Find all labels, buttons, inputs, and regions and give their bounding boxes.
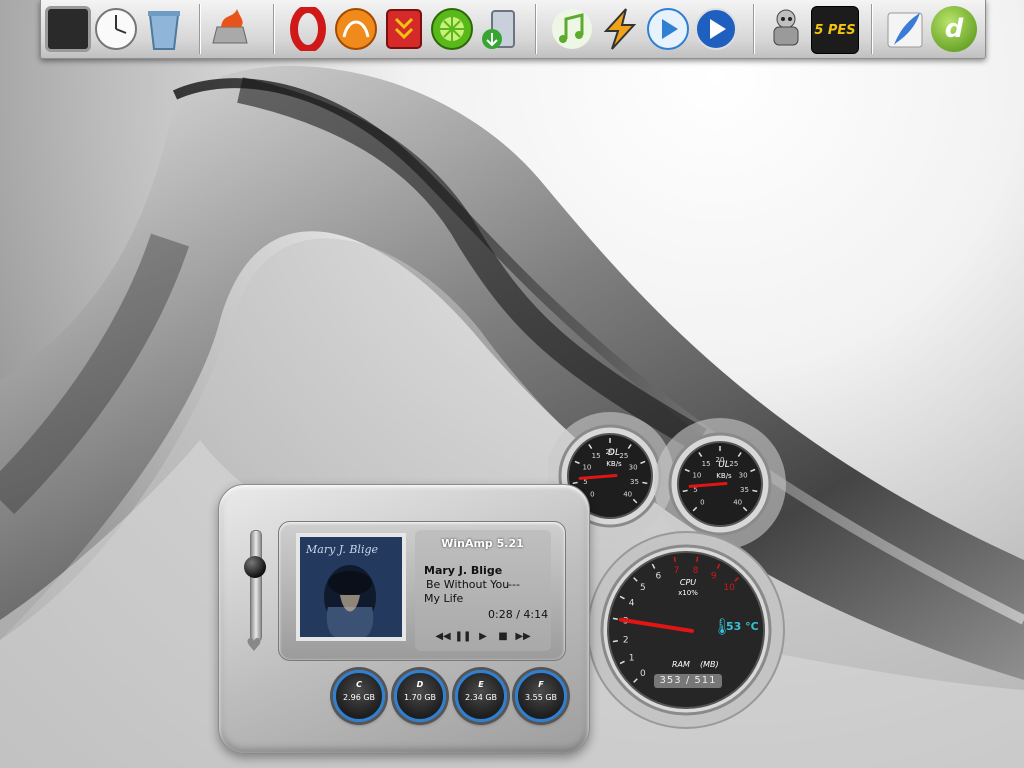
drive-e-button[interactable]: E 2.34 GB (455, 670, 507, 722)
dl-gauge-tick-label: 10 (582, 463, 591, 471)
ul-gauge-tick-label: 15 (702, 460, 711, 468)
dl-gauge-tick (572, 481, 578, 485)
dl-gauge-tick-label: 35 (630, 478, 639, 486)
pes5-label: 5 PES (814, 22, 856, 38)
drive-free-space: 3.55 GB (524, 693, 558, 702)
drive-free-space: 1.70 GB (403, 693, 437, 702)
winamp-icon[interactable] (597, 6, 643, 52)
cpu-gauge-tick-label: 9 (711, 572, 717, 582)
ul-gauge-tick-label: 0 (700, 499, 704, 507)
cpu-gauge-tick-label: 4 (629, 598, 635, 608)
cpu-gauge-tick (612, 617, 618, 620)
drive-c-button[interactable]: C 2.96 GB (333, 670, 385, 722)
now-playing-album: My Life (424, 592, 464, 605)
album-art-title: Mary J. Blige (306, 543, 379, 556)
ul-gauge-tick-label: 10 (692, 471, 701, 479)
dl-gauge-unit: KB/s (606, 460, 622, 468)
dl-gauge-tick (642, 481, 648, 485)
ul-gauge-tick-label: 30 (739, 471, 748, 479)
ul-gauge-tick (752, 489, 758, 493)
cpu-gauge-label: CPU (679, 578, 697, 587)
pes5-icon[interactable]: 5 PES (811, 6, 859, 54)
next-button[interactable]: ▶▶ (515, 630, 530, 642)
temperature-readout: 53 °C (726, 620, 759, 633)
drive-free-space: 2.96 GB (342, 693, 376, 702)
cpu-gauge-tick (612, 640, 618, 643)
download-manager-icon[interactable] (381, 6, 427, 52)
drive-letter: E (478, 680, 484, 689)
cpu-gauge-tick-label: 2 (623, 636, 629, 646)
ul-gauge-label: UL (718, 460, 730, 470)
recycle-download-icon[interactable] (477, 6, 523, 52)
dl-gauge-label: DL (608, 448, 620, 458)
playback-time: 0:28 / 4:14 (488, 608, 549, 621)
pause-button[interactable]: ❚❚ (455, 630, 472, 642)
drive-letter: C (356, 680, 362, 689)
media-player-icon[interactable] (645, 6, 691, 52)
ul-gauge-tick-label: 40 (733, 499, 742, 507)
cpu-gauge-tick-label: 8 (693, 566, 699, 576)
desktop-icon[interactable] (45, 6, 91, 52)
cpu-gauge-tick-label: 7 (674, 566, 680, 576)
now-playing-track: Be Without You (426, 578, 510, 591)
stop-button[interactable]: ■ (496, 630, 510, 642)
orange-app-icon[interactable] (333, 6, 379, 52)
cpu-gauge-unit: x10% (678, 589, 698, 597)
ul-gauge-unit: KB/s (716, 472, 732, 480)
album-art: Mary J. Blige (296, 533, 406, 641)
ram-readout: 353 / 511 (654, 674, 722, 688)
dreamweaver-label: d (944, 14, 964, 44)
now-playing-artist: Mary J. Blige (424, 564, 503, 577)
drive-f-button[interactable]: F 3.55 GB (515, 670, 567, 722)
cpu-gauge-tick-label: 5 (640, 583, 646, 593)
dreamweaver-icon[interactable]: d (931, 6, 977, 52)
game-character-icon[interactable] (763, 6, 809, 52)
itunes-icon[interactable] (549, 6, 595, 52)
previous-button[interactable]: ◀◀ (435, 630, 450, 642)
clock-icon[interactable] (93, 6, 139, 52)
cpu-gauge-tick (696, 556, 699, 562)
cpu-gauge-tick-label: 1 (629, 654, 635, 664)
recycle-bin-icon[interactable] (141, 6, 187, 52)
ul-gauge-tick-label: 35 (740, 486, 749, 494)
thermometer-icon: 🌡 (712, 617, 733, 636)
dl-gauge-tick-label: 30 (629, 463, 638, 471)
cpu-gauge-tick (673, 556, 676, 562)
volume-slider-track[interactable] (250, 530, 262, 642)
drive-d-button[interactable]: D 1.70 GB (394, 670, 446, 722)
cpu-gauge-tick-label: 0 (640, 669, 646, 679)
volume-slider-knob[interactable] (244, 555, 266, 578)
drive-free-space: 2.34 GB (464, 693, 498, 702)
heart-icon[interactable]: ♥ (244, 636, 264, 656)
nero-icon[interactable] (207, 6, 253, 52)
play-button[interactable]: ▶ (476, 630, 490, 642)
drive-letter: F (538, 680, 544, 689)
cpu-gauge-tick-label: 10 (723, 583, 735, 593)
dl-gauge-tick-label: 0 (590, 491, 594, 499)
dl-gauge-tick-label: 15 (592, 452, 601, 460)
drive-letter: D (416, 680, 424, 689)
feather-app-icon[interactable] (883, 6, 929, 52)
now-playing-track-suffix: --- (508, 578, 520, 591)
limewire-icon[interactable] (429, 6, 475, 52)
ul-gauge-tick (682, 489, 688, 493)
ram-gauge-label: RAM (672, 660, 690, 669)
cpu-gauge-tick-label: 6 (655, 572, 661, 582)
windows-media-player-icon[interactable] (693, 6, 739, 52)
opera-icon[interactable] (285, 6, 331, 52)
ram-gauge-unit: (MB) (700, 660, 719, 669)
dl-gauge-tick-label: 40 (623, 491, 632, 499)
icon-dock: 5 PES d (40, 0, 986, 59)
player-app-title: WinAmp 5.21 (441, 537, 524, 550)
